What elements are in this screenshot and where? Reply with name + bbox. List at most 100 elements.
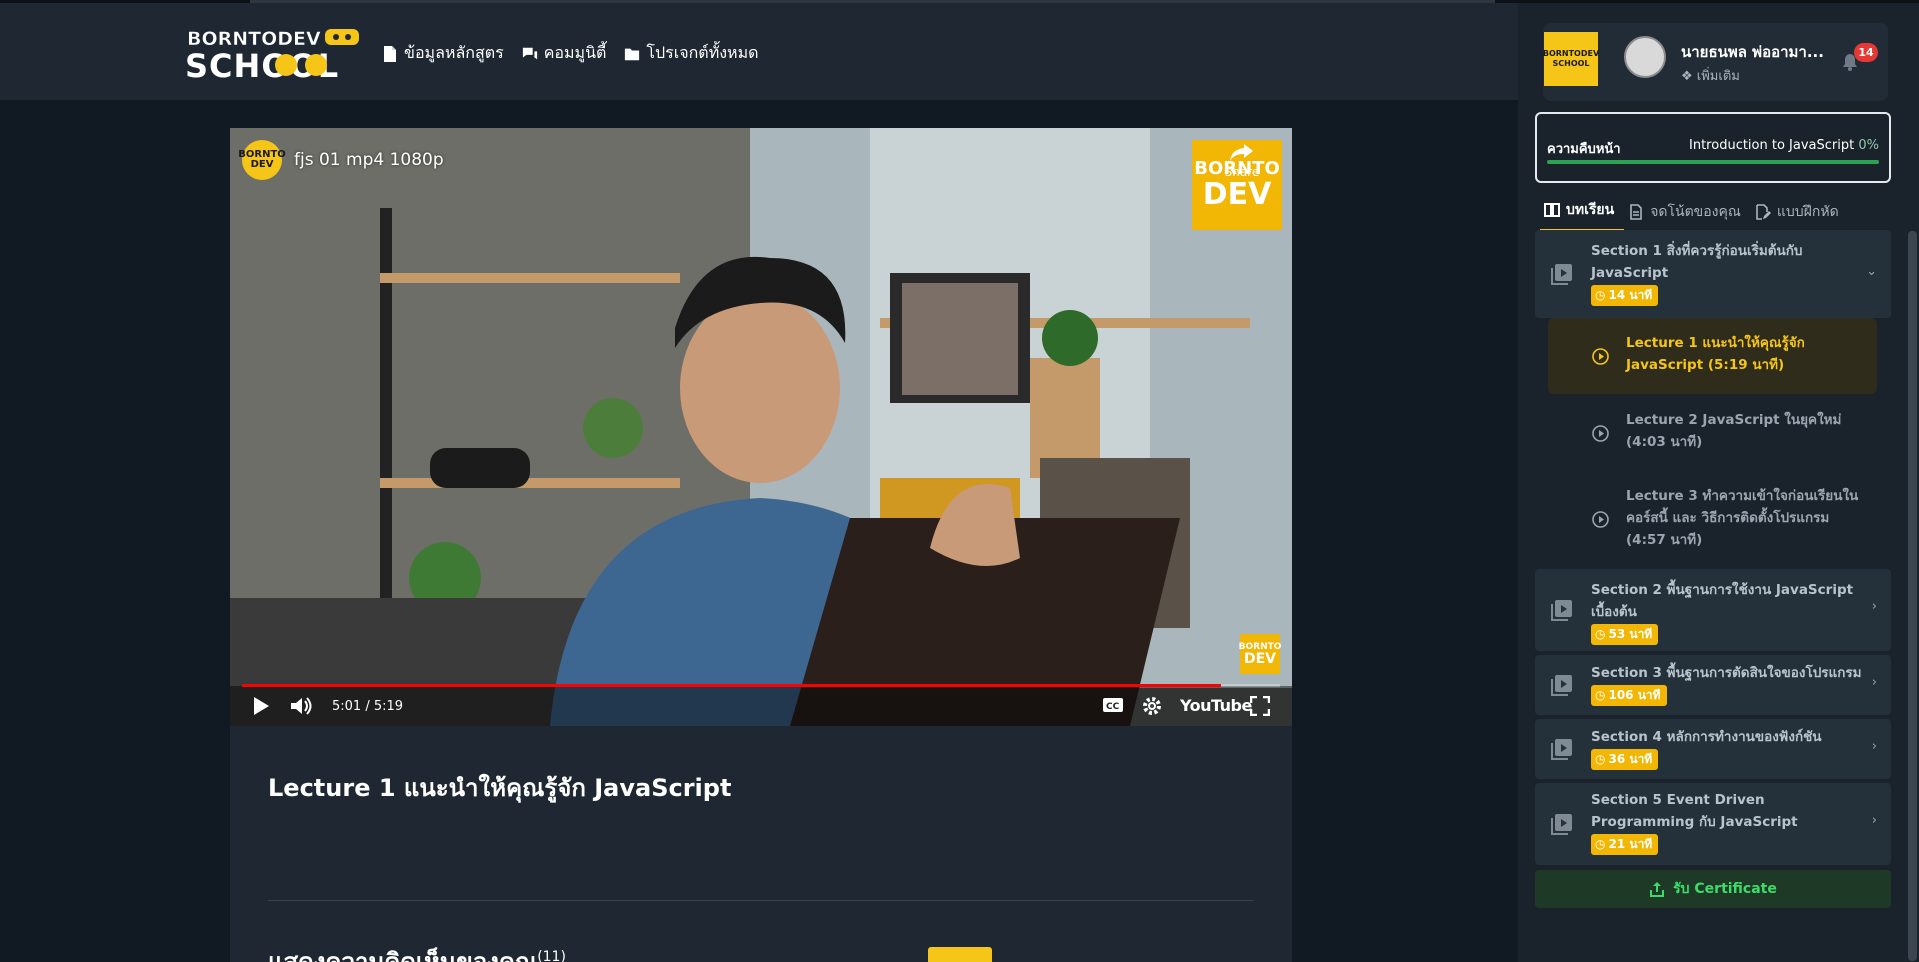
section-duration-text: 36 นาที [1608, 752, 1653, 766]
section-duration: ◷ 36 นาที [1591, 748, 1659, 770]
lecture-title: Lecture 2 JavaScript ในยุคใหม่ (4:03 นาท… [1626, 412, 1842, 450]
nav-community-label: คอมมูนิตี้ [543, 43, 607, 62]
scrollbar-thumb[interactable] [1908, 231, 1917, 961]
tab-exercises-label: แบบฝึกหัด [1776, 203, 1839, 220]
channel-avatar[interactable]: BORNTO DEV [238, 140, 286, 180]
clock-icon: ◷ [1595, 688, 1606, 702]
corner-watermark-bottom: DEV [1243, 650, 1277, 667]
user-name[interactable]: นายธนพล พ่ออามา... [1681, 40, 1824, 64]
section-title-block: Section 4 หลักการทำงานของฟังก์ชัน ◷ 36 นา… [1591, 726, 1866, 770]
clock-icon: ◷ [1595, 752, 1606, 766]
video-playlist-icon [1551, 814, 1572, 835]
corner-watermark: BORNTO DEV [1239, 634, 1281, 674]
video-playlist-icon [1551, 739, 1572, 760]
section-item[interactable]: Section 2 พื้นฐานการใช้งาน JavaScript เบ… [1535, 569, 1891, 651]
section-title: Section 4 หลักการทำงานของฟังก์ชัน [1591, 729, 1822, 745]
get-certificate-button[interactable]: รับ Certificate [1535, 870, 1891, 908]
user-more-label: เพิ่มเติม [1696, 69, 1740, 84]
section-title: Section 3 พื้นฐานการตัดสินใจของโปรแกรม [1591, 665, 1862, 681]
notification-badge: 14 [1854, 43, 1878, 62]
content-divider [268, 900, 1254, 901]
upload-share-icon [1650, 882, 1665, 897]
video-time: 5:01 / 5:19 [332, 699, 404, 714]
lecture-title: Lecture 1 แนะนำให้คุณรู้จัก JavaScript (… [1626, 335, 1805, 373]
section-item[interactable]: Section 4 หลักการทำงานของฟังก์ชัน ◷ 36 นา… [1535, 719, 1891, 779]
pencil-file-icon [1756, 203, 1771, 220]
certificate-label: รับ Certificate [1673, 881, 1777, 897]
user-avatar[interactable] [1624, 36, 1666, 78]
main-nav: ข้อมูลหลักสูตร คอมมูนิตี้ โปรเจกต์ทั้งหม… [382, 41, 759, 66]
section-duration: ◷ 53 นาที [1591, 623, 1659, 645]
chat-bubbles-icon [522, 47, 537, 59]
section-title-block: Section 2 พื้นฐานการใช้งาน JavaScript เบ… [1591, 579, 1866, 645]
comment-action-button[interactable] [928, 947, 992, 962]
tab-notes-label: จดโน้ตของคุณ [1650, 203, 1741, 220]
tab-notes[interactable]: จดโน้ตของคุณ [1624, 199, 1751, 232]
note-icon [1630, 203, 1643, 220]
course-name: Introduction to JavaScript [1689, 138, 1855, 153]
volume-icon[interactable] [290, 696, 312, 716]
tab-lessons[interactable]: บทเรียน [1540, 199, 1625, 232]
lecture-item[interactable]: Lecture 3 ทำความเข้าใจก่อนเรียนในคอร์สนี… [1548, 471, 1877, 569]
section-item[interactable]: Section 3 พื้นฐานการตัดสินใจของโปรแกรม ◷… [1535, 655, 1891, 715]
play-circle-icon [1592, 425, 1609, 442]
course-sidebar: BORNTODEV SCHOOL นายธนพล พ่ออามา... ❖ เพ… [1518, 3, 1919, 962]
share-button[interactable]: Share [1222, 142, 1262, 179]
section-duration: ◷ 106 นาที [1591, 684, 1667, 706]
section-title: Section 5 Event Driven Programming กับ J… [1591, 792, 1798, 830]
course-progress-bar [1547, 160, 1879, 164]
nav-course-info[interactable]: ข้อมูลหลักสูตร [382, 41, 504, 66]
section-item[interactable]: Section 5 Event Driven Programming กับ J… [1535, 783, 1891, 865]
section-title-block: Section 3 พื้นฐานการตัดสินใจของโปรแกรม ◷… [1591, 662, 1866, 706]
share-label: Share [1224, 165, 1260, 179]
chevron-right-icon: › [1871, 599, 1877, 614]
lecture-item[interactable]: Lecture 2 JavaScript ในยุคใหม่ (4:03 นาท… [1548, 395, 1877, 471]
section-duration: ◷ 21 นาที [1591, 833, 1659, 855]
section-duration-text: 106 นาที [1608, 688, 1661, 702]
video-title[interactable]: fjs 01 mp4 1080p [294, 150, 444, 170]
chevron-right-icon: › [1871, 675, 1877, 690]
chevron-down-icon: ⌄ [1866, 264, 1877, 279]
user-more-link[interactable]: ❖ เพิ่มเติม [1681, 65, 1740, 86]
comments-heading: แสดงความคิดเห็นของคุณ(11) [268, 942, 566, 962]
book-icon [1544, 203, 1560, 217]
section-title: Section 2 พื้นฐานการใช้งาน JavaScript เบ… [1591, 582, 1854, 620]
nav-all-projects[interactable]: โปรเจกต์ทั้งหมด [624, 41, 759, 66]
video-playlist-icon [1551, 264, 1572, 285]
lecture-item-active[interactable]: Lecture 1 แนะนำให้คุณรู้จัก JavaScript (… [1548, 318, 1877, 394]
progress-course: Introduction to JavaScript 0% [1689, 138, 1879, 153]
section-duration: ◷ 14 นาที [1591, 284, 1659, 306]
chevron-right-icon: › [1871, 813, 1877, 828]
section-title-block: Section 1 สิ่งที่ควรรู้ก่อนเริ่มต้นกับ J… [1591, 240, 1866, 306]
sidebar-tabs: บทเรียน จดโน้ตของคุณ แบบฝึกหัด [1540, 199, 1849, 232]
tab-exercises[interactable]: แบบฝึกหัด [1751, 199, 1849, 232]
section-title-block: Section 5 Event Driven Programming กับ J… [1591, 789, 1866, 855]
video-playlist-icon [1551, 675, 1572, 696]
fullscreen-icon[interactable] [1250, 696, 1270, 716]
lecture-content: BORNTO DEV fjs 01 mp4 1080p BORNTO DEV S… [230, 128, 1292, 962]
video-progress-fill [242, 684, 1221, 687]
video-frame [230, 128, 1292, 726]
site-header: BORNTODEV SCHOOL ข้อมูลหลักสูตร คอมมูนิต… [0, 3, 1518, 100]
progress-label: ความคืบหน้า [1547, 142, 1621, 157]
tab-lessons-label: บทเรียน [1566, 202, 1615, 218]
borntodev-school-logo[interactable]: BORNTODEV SCHOOL [185, 23, 363, 83]
section-duration-text: 53 นาที [1608, 627, 1653, 641]
youtube-logo[interactable]: YouTube [1180, 696, 1252, 715]
play-icon[interactable] [252, 696, 270, 716]
page-scrollbar[interactable] [1906, 3, 1919, 962]
video-player[interactable]: BORNTO DEV fjs 01 mp4 1080p BORNTO DEV S… [230, 128, 1292, 726]
section-title: Section 1 สิ่งที่ควรรู้ก่อนเริ่มต้นกับ J… [1591, 243, 1803, 281]
video-progress-bar[interactable] [242, 684, 1280, 687]
school-badge[interactable]: BORNTODEV SCHOOL [1543, 32, 1599, 86]
comments-heading-text: แสดงความคิดเห็นของคุณ [268, 948, 538, 962]
nav-community[interactable]: คอมมูนิตี้ [522, 41, 607, 66]
nav-course-info-label: ข้อมูลหลักสูตร [404, 43, 504, 62]
settings-gear-icon[interactable] [1142, 696, 1162, 716]
video-playlist-icon [1551, 600, 1572, 621]
captions-icon[interactable]: CC [1102, 696, 1124, 714]
comments-count: (11) [537, 949, 566, 962]
folder-icon [625, 48, 640, 60]
section-item[interactable]: Section 1 สิ่งที่ควรรู้ก่อนเริ่มต้นกับ J… [1535, 230, 1891, 318]
video-title-row: BORNTO DEV fjs 01 mp4 1080p [238, 140, 444, 180]
